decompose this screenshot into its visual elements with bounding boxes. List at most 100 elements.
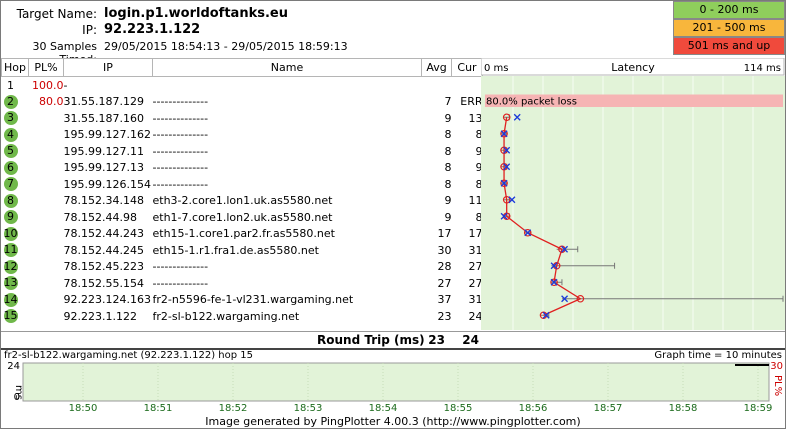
round-trip-label: Round Trip (ms) [317, 333, 425, 347]
cell-name: -------------- [152, 276, 209, 290]
table-row[interactable]: 15 92.223.1.122 fr2-sl-b122.wargaming.net 2… [2, 308, 483, 325]
cell-pl: 100.0 [32, 78, 64, 92]
time-tick-label: 18:56 [519, 403, 548, 414]
cell-pl [29, 193, 64, 210]
legend-red: 501 ms and up [673, 37, 785, 55]
cell-cur: 8 [475, 128, 483, 142]
time-tick-label: 18:59 [744, 403, 773, 414]
graph-time-label: Graph time = 10 minutes [654, 350, 782, 361]
cell-avg: 9 [444, 194, 452, 208]
cell-ip: 31.55.187.129 [63, 95, 144, 109]
latency-chart: 0 ms Latency 114 ms 80.0% packet loss [480, 57, 785, 330]
cell-cur: 17 [468, 227, 483, 241]
cell-avg: 30 [437, 243, 452, 257]
cell-ip: 195.99.127.11 [63, 144, 144, 158]
cell-hop: 9 [2, 209, 29, 226]
cell-ip: 78.152.34.148 [63, 194, 144, 208]
pingplotter-window: Target Name: login.p1.worldoftanks.eu IP… [0, 0, 786, 429]
table-row[interactable]: 11 78.152.44.245 eth15-1.r1.fra1.de.as5580… [2, 242, 483, 259]
table-row[interactable]: 6 195.99.127.13 -------------- 8 9 [2, 160, 483, 177]
col-avg[interactable]: Avg [421, 58, 452, 77]
round-trip-avg: 23 [428, 333, 445, 347]
cell-name: eth3-2.core1.lon1.uk.as5580.net [152, 194, 333, 208]
table-row[interactable]: 9 78.152.44.98 eth1-7.core1.lon2.uk.as5580… [2, 209, 483, 226]
table-row[interactable]: 14 92.223.124.163 fr2-n5596-fe-1-vl231.war… [2, 292, 483, 309]
ip-label: IP: [82, 23, 97, 37]
cell-cur: 9 [475, 144, 483, 158]
cell-pl [29, 143, 64, 160]
table-row[interactable]: 13 78.152.55.154 -------------- 27 27 [2, 275, 483, 292]
cell-name: -------------- [152, 111, 209, 125]
cell-avg: 9 [444, 210, 452, 224]
legend-orange: 201 - 500 ms [673, 19, 785, 37]
cell-ip: 78.152.44.245 [63, 243, 144, 257]
cell-ip: 78.152.45.223 [63, 260, 144, 274]
hop-number-badge: 2 [3, 94, 18, 109]
time-tick-label: 18:55 [444, 403, 473, 414]
cell-name: -------------- [152, 177, 209, 191]
hop-number-badge: 4 [3, 127, 18, 142]
cell-avg: 28 [437, 260, 452, 274]
time-tick-label: 18:51 [144, 403, 173, 414]
time-graph-chart: fr2-sl-b122.wargaming.net (92.223.1.122)… [4, 350, 783, 414]
time-graph-title: fr2-sl-b122.wargaming.net (92.223.1.122)… [4, 350, 253, 361]
cell-cur [452, 77, 483, 94]
cell-name: -------------- [152, 128, 209, 142]
hop-number-badge: 10 [3, 226, 18, 241]
cell-cur: 31 [468, 243, 483, 257]
cell-cur: 24 [468, 309, 483, 323]
cell-cur: 8 [475, 177, 483, 191]
table-row[interactable]: 5 195.99.127.11 -------------- 8 9 [2, 143, 483, 160]
latency-title: Latency [611, 61, 655, 74]
hop-number-badge: 6 [3, 160, 18, 175]
table-row[interactable]: 2 80.0 31.55.187.129 -------------- 7 ERR [2, 94, 483, 111]
table-row[interactable]: 10 78.152.44.243 eth15-1.core1.par2.fr.as5… [2, 226, 483, 243]
cell-hop: 6 [2, 160, 29, 177]
cell-ip: 31.55.187.160 [63, 111, 144, 125]
cell-name [153, 77, 422, 94]
cell-hop: 2 [2, 94, 29, 111]
target-name-value: login.p1.worldoftanks.eu [104, 6, 288, 21]
col-ip[interactable]: IP [63, 58, 153, 77]
cell-ip: 195.99.127.162 [63, 128, 151, 142]
hop-number-badge: 5 [3, 144, 18, 159]
packet-loss-label: 80.0% packet loss [486, 97, 577, 108]
table-row[interactable]: 4 195.99.127.162 -------------- 8 8 [2, 127, 483, 144]
hop-number-badge: 13 [3, 276, 18, 291]
cell-cur: ERR [460, 95, 483, 109]
cell-ip: 195.99.127.13 [63, 161, 144, 175]
cell-ip: 78.152.55.154 [63, 276, 144, 290]
cell-avg: 8 [444, 161, 452, 175]
time-tick-label: 18:58 [669, 403, 698, 414]
table-row[interactable]: 3 31.55.187.160 -------------- 9 13 [2, 110, 483, 127]
cell-hop: 11 [2, 242, 29, 259]
y-top-label: 24 [7, 361, 20, 372]
cell-hop: 8 [2, 193, 29, 210]
pl-unit-label: PL% [772, 375, 783, 396]
cell-pl [29, 242, 64, 259]
table-row[interactable]: 8 78.152.34.148 eth3-2.core1.lon1.uk.as558… [2, 193, 483, 210]
cell-avg: 37 [437, 293, 452, 307]
cell-ip: 92.223.1.122 [63, 309, 137, 323]
round-trip-cur: 24 [462, 333, 479, 347]
col-cur[interactable]: Cur [451, 58, 483, 77]
time-tick-label: 18:50 [69, 403, 98, 414]
cell-avg: 8 [444, 128, 452, 142]
cell-hop: 12 [2, 259, 29, 276]
latency-graph: 0 ms Latency 114 ms 80.0% packet loss [480, 57, 785, 330]
col-name[interactable]: Name [152, 58, 422, 77]
cell-pl [29, 110, 64, 127]
col-hop[interactable]: Hop [1, 58, 29, 77]
round-trip-row: Round Trip (ms) 23 24 [1, 331, 785, 350]
cell-hop: 7 [2, 176, 29, 193]
time-graph: fr2-sl-b122.wargaming.net (92.223.1.122)… [1, 349, 785, 415]
latency-max-label: 114 ms [744, 63, 781, 74]
time-plot-area [22, 362, 770, 402]
cell-hop: 1 [2, 77, 29, 94]
table-row[interactable]: 1 100.0- [2, 77, 483, 94]
col-pl[interactable]: PL% [28, 58, 64, 77]
table-row[interactable]: 7 195.99.126.154 -------------- 8 8 [2, 176, 483, 193]
target-header: Target Name: login.p1.worldoftanks.eu IP… [1, 1, 785, 66]
table-row[interactable]: 12 78.152.45.223 -------------- 28 27 [2, 259, 483, 276]
cell-cur: 11 [468, 194, 483, 208]
